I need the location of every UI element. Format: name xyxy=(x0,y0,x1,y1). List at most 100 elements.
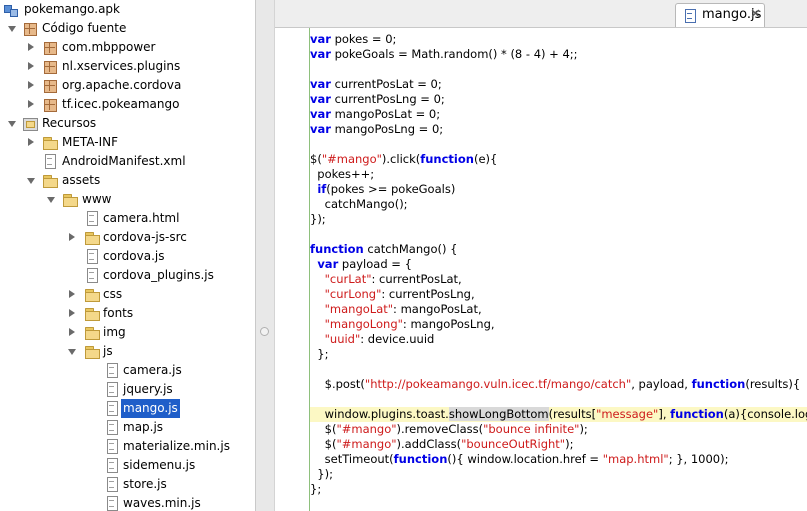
tree-item-label-selected: mango.js xyxy=(121,399,180,418)
tree-item-label: camera.js xyxy=(123,363,182,377)
tree-item-label: camera.html xyxy=(103,211,180,225)
code-line: function catchMango() { xyxy=(310,242,458,256)
tree-item-label: js xyxy=(103,344,113,358)
tree-item-label: sidemenu.js xyxy=(123,458,196,472)
tree-item-label: store.js xyxy=(123,477,167,491)
collapse-arrow-icon[interactable] xyxy=(25,76,37,95)
code-line: var pokes = 0; xyxy=(310,32,397,46)
file-icon xyxy=(104,363,120,378)
code-line: var payload = { xyxy=(317,257,412,271)
expand-arrow-icon[interactable] xyxy=(25,171,37,190)
collapse-arrow-icon[interactable] xyxy=(66,228,78,247)
package-icon xyxy=(42,59,58,74)
file-icon xyxy=(84,249,100,264)
code-line: var mangoPosLat = 0; xyxy=(310,107,441,121)
expand-arrow-icon[interactable] xyxy=(45,190,57,209)
tab-close-icon[interactable]: ✕ xyxy=(750,7,761,22)
tree-item-label: www xyxy=(82,192,112,206)
tree-item-label: css xyxy=(103,287,123,301)
folder-icon xyxy=(84,230,100,245)
code-line: "mangoLat": mangoPosLat, xyxy=(324,302,482,316)
code-line: }; xyxy=(310,347,329,361)
tree-item-label: materialize.min.js xyxy=(123,439,230,453)
package-icon xyxy=(42,97,58,112)
code-editor: mango.js ✕ var pokes = 0; var pokeGoals … xyxy=(275,0,807,511)
tab-mango-js[interactable]: mango.js ✕ xyxy=(675,3,765,27)
folder-icon xyxy=(84,325,100,340)
folder-icon xyxy=(84,344,100,359)
tree-item-label: img xyxy=(103,325,126,339)
tree-item-label: jquery.js xyxy=(123,382,173,396)
code-line: }); xyxy=(310,212,326,226)
code-line-current: window.plugins.toast.showLongBottom(resu… xyxy=(310,407,807,422)
collapse-arrow-icon[interactable] xyxy=(25,38,37,57)
word-highlight: showLongBottom xyxy=(448,407,549,421)
code-area[interactable]: var pokes = 0; var pokeGoals = Math.rand… xyxy=(275,30,807,511)
code-line: pokes++; xyxy=(310,167,375,181)
js-file-icon xyxy=(684,9,696,23)
package-icon xyxy=(42,40,58,55)
code-line: var currentPosLat = 0; xyxy=(310,77,442,91)
tree-item-label: cordova_plugins.js xyxy=(103,268,214,282)
code-line: "mangoLong": mangoPosLng, xyxy=(324,317,495,331)
code-line: }); xyxy=(310,467,333,481)
file-icon xyxy=(42,154,58,169)
project-icon xyxy=(3,2,19,17)
tree-item-label: tf.icec.pokeamango xyxy=(62,97,180,111)
code-line: "curLat": currentPosLat, xyxy=(324,272,462,286)
tree-item-label: cordova.js xyxy=(103,249,165,263)
folder-icon xyxy=(42,135,58,150)
tree-item-label: assets xyxy=(62,173,101,187)
source-package-icon xyxy=(22,21,38,36)
tree-item-label: waves.min.js xyxy=(123,496,201,510)
file-icon xyxy=(104,420,120,435)
file-icon xyxy=(84,211,100,226)
tree-item-label: map.js xyxy=(123,420,164,434)
panel-splitter[interactable] xyxy=(255,0,275,511)
code-line: if(pokes >= pokeGoals) xyxy=(317,182,456,196)
tree-item-label: Recursos xyxy=(42,116,97,130)
collapse-arrow-icon[interactable] xyxy=(25,57,37,76)
tree-item-label: org.apache.cordova xyxy=(62,78,182,92)
tree-item-label: Código fuente xyxy=(42,21,127,35)
collapse-arrow-icon[interactable] xyxy=(66,304,78,323)
folder-icon xyxy=(84,306,100,321)
folder-icon xyxy=(84,287,100,302)
code-line: setTimeout(function(){ window.location.h… xyxy=(324,452,729,466)
tree-item-label: AndroidManifest.xml xyxy=(62,154,186,168)
code-line: var mangoPosLng = 0; xyxy=(310,122,444,136)
folder-icon xyxy=(42,173,58,188)
folder-icon xyxy=(62,192,78,207)
tree-item-label: pokemango.apk xyxy=(24,2,120,16)
file-icon xyxy=(104,496,120,511)
tree-item-label: META-INF xyxy=(62,135,119,149)
file-icon xyxy=(104,477,120,492)
project-tree: pokemango.apk Código fuente com.mbppower… xyxy=(0,0,255,511)
file-icon xyxy=(104,382,120,397)
tree-item-label: cordova-js-src xyxy=(103,230,187,244)
splitter-grip-icon[interactable] xyxy=(260,327,269,336)
package-icon xyxy=(42,78,58,93)
file-icon xyxy=(104,401,120,416)
tree-item-label: com.mbppower xyxy=(62,40,156,54)
code-line: "uuid": device.uuid xyxy=(324,332,435,346)
code-line: $("#mango").addClass("bounceOutRight"); xyxy=(324,437,574,451)
expand-arrow-icon[interactable] xyxy=(6,114,18,133)
file-icon xyxy=(104,458,120,473)
code-line: $("#mango").click(function(e){ xyxy=(310,152,498,166)
collapse-arrow-icon[interactable] xyxy=(66,323,78,342)
collapse-arrow-icon[interactable] xyxy=(25,133,37,152)
expand-arrow-icon[interactable] xyxy=(6,19,18,38)
file-icon xyxy=(104,439,120,454)
expand-arrow-icon[interactable] xyxy=(66,342,78,361)
collapse-arrow-icon[interactable] xyxy=(66,285,78,304)
tree-item-label: nl.xservices.plugins xyxy=(62,59,181,73)
file-icon xyxy=(84,268,100,283)
tree-item-label: fonts xyxy=(103,306,134,320)
code-line: var currentPosLng = 0; xyxy=(310,92,445,106)
editor-tab-strip: mango.js ✕ xyxy=(275,0,807,28)
code-line: $.post("http://pokeamango.vuln.icec.tf/m… xyxy=(324,377,801,391)
code-line: var pokeGoals = Math.random() * (8 - 4) … xyxy=(310,47,578,61)
code-line: }; xyxy=(310,482,322,496)
collapse-arrow-icon[interactable] xyxy=(25,95,37,114)
